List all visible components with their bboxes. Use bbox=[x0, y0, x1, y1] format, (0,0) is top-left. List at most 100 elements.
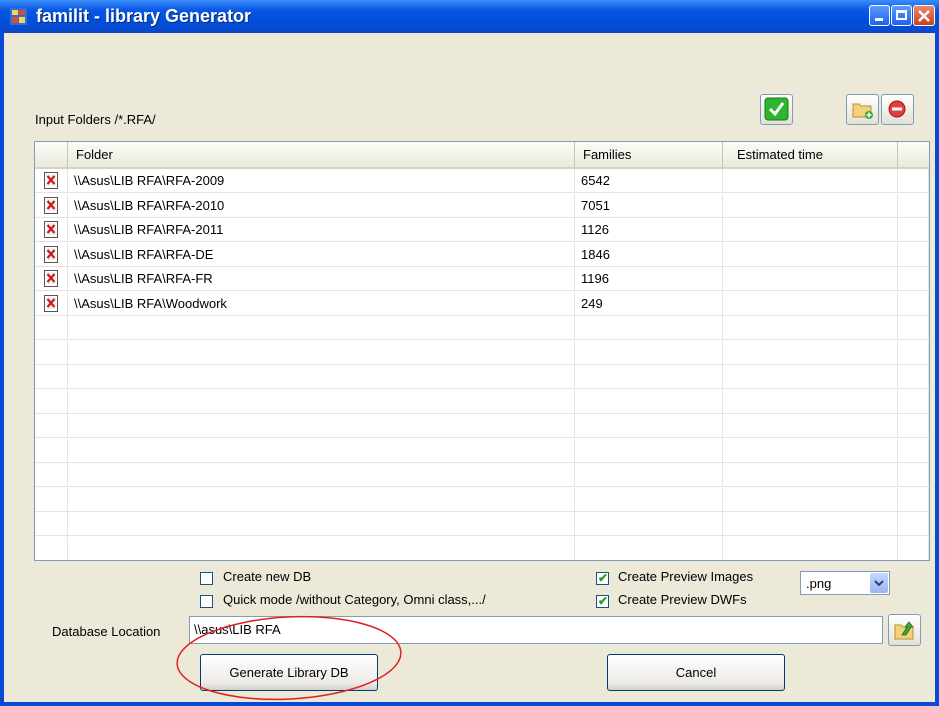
maximize-icon[interactable] bbox=[891, 5, 912, 26]
folder-cell bbox=[68, 414, 575, 438]
family-file-icon bbox=[44, 196, 58, 214]
browse-button[interactable] bbox=[888, 614, 921, 646]
table-row[interactable]: \\Asus\LIB RFA\RFA-FR 1196 bbox=[35, 267, 929, 291]
window-title: familit - library Generator bbox=[36, 6, 252, 26]
row-spacer-cell bbox=[35, 512, 68, 536]
table-row[interactable] bbox=[35, 365, 929, 389]
quick-mode-checkbox[interactable] bbox=[200, 595, 213, 608]
families-cell: 7051 bbox=[575, 193, 723, 218]
row-spacer-cell bbox=[35, 340, 68, 365]
family-file-icon bbox=[44, 221, 58, 238]
row-spacer-cell bbox=[898, 487, 929, 512]
table-row[interactable] bbox=[35, 340, 929, 365]
confirm-button[interactable] bbox=[760, 94, 793, 125]
table-row[interactable] bbox=[35, 438, 929, 463]
title-bar[interactable]: familit - library Generator bbox=[0, 0, 939, 33]
folder-cell bbox=[68, 365, 575, 389]
estimated-time-cell bbox=[723, 389, 898, 414]
table-row[interactable] bbox=[35, 512, 929, 536]
remove-folder-button[interactable] bbox=[881, 94, 914, 125]
add-folder-button[interactable] bbox=[846, 94, 879, 125]
create-new-db-checkbox[interactable] bbox=[200, 572, 213, 585]
row-spacer-cell bbox=[898, 340, 929, 365]
families-cell bbox=[575, 389, 723, 414]
estimated-time-cell bbox=[723, 463, 898, 487]
folder-cell: \\Asus\LIB RFA\RFA-2011 bbox=[68, 218, 575, 242]
app-window: familit - library Generator Input Folder… bbox=[0, 0, 939, 706]
families-cell bbox=[575, 340, 723, 365]
folder-cell bbox=[68, 340, 575, 365]
table-row[interactable]: \\Asus\LIB RFA\RFA-2010 7051 bbox=[35, 193, 929, 218]
family-file-icon bbox=[44, 294, 58, 312]
image-format-select[interactable]: .png bbox=[800, 571, 890, 595]
database-location-label: Database Location bbox=[52, 624, 161, 639]
families-cell bbox=[575, 414, 723, 438]
estimated-time-cell bbox=[723, 536, 898, 560]
family-file-icon bbox=[44, 245, 58, 263]
table-row[interactable] bbox=[35, 536, 929, 560]
row-spacer-cell bbox=[898, 389, 929, 414]
create-preview-images-label: Create Preview Images bbox=[618, 569, 754, 584]
header-rowhead bbox=[35, 142, 68, 167]
create-preview-images-checkbox[interactable]: ✔ bbox=[596, 571, 609, 585]
folder-cell: \\Asus\LIB RFA\RFA-DE bbox=[68, 242, 575, 267]
create-preview-dwfs-checkbox[interactable]: ✔ bbox=[596, 594, 609, 608]
row-spacer-cell bbox=[898, 218, 929, 242]
folder-cell bbox=[68, 438, 575, 463]
create-new-db-label: Create new DB bbox=[223, 569, 312, 584]
families-cell bbox=[575, 438, 723, 463]
table-row[interactable] bbox=[35, 463, 929, 487]
column-header-folder[interactable]: Folder bbox=[68, 142, 575, 167]
table-row[interactable]: \\Asus\LIB RFA\RFA-DE 1846 bbox=[35, 242, 929, 267]
input-folders-label: Input Folders /*.RFA/ bbox=[35, 112, 156, 127]
row-spacer-cell bbox=[898, 414, 929, 438]
check-icon: ✔ bbox=[598, 594, 609, 608]
folder-cell: \\Asus\LIB RFA\Woodwork bbox=[68, 291, 575, 316]
estimated-time-cell bbox=[723, 193, 898, 218]
row-spacer-cell bbox=[898, 291, 929, 316]
folder-cell: \\Asus\LIB RFA\RFA-2010 bbox=[68, 193, 575, 218]
cancel-button[interactable]: Cancel bbox=[607, 654, 785, 691]
families-cell: 1846 bbox=[575, 242, 723, 267]
families-cell: 1196 bbox=[575, 267, 723, 291]
remove-icon bbox=[888, 100, 906, 118]
table-row[interactable]: \\Asus\LIB RFA\RFA-2011 1126 bbox=[35, 218, 929, 242]
create-preview-dwfs-label: Create Preview DWFs bbox=[618, 592, 747, 607]
folder-cell bbox=[68, 512, 575, 536]
column-header-families[interactable]: Families bbox=[575, 142, 723, 167]
minimize-icon[interactable] bbox=[869, 5, 890, 26]
table-row[interactable]: \\Asus\LIB RFA\Woodwork 249 bbox=[35, 291, 929, 316]
folder-cell: \\Asus\LIB RFA\RFA-2009 bbox=[68, 169, 575, 193]
row-spacer-cell bbox=[35, 487, 68, 512]
table-row[interactable] bbox=[35, 316, 929, 340]
browse-folder-icon bbox=[894, 621, 914, 640]
families-cell bbox=[575, 316, 723, 340]
row-spacer-cell bbox=[35, 389, 68, 414]
estimated-time-cell bbox=[723, 291, 898, 316]
add-folder-icon bbox=[852, 103, 873, 119]
close-icon[interactable] bbox=[913, 5, 935, 26]
estimated-time-cell bbox=[723, 340, 898, 365]
row-spacer-cell bbox=[898, 365, 929, 389]
column-header-estimated-time[interactable]: Estimated time bbox=[723, 142, 898, 167]
families-cell bbox=[575, 512, 723, 536]
row-spacer-cell bbox=[35, 438, 68, 463]
row-spacer-cell bbox=[35, 536, 68, 560]
table-row[interactable]: \\Asus\LIB RFA\RFA-2009 6542 bbox=[35, 169, 929, 193]
row-spacer-cell bbox=[898, 169, 929, 193]
table-row[interactable] bbox=[35, 487, 929, 512]
folder-cell bbox=[68, 536, 575, 560]
families-cell: 6542 bbox=[575, 169, 723, 193]
families-cell bbox=[575, 463, 723, 487]
row-spacer-cell bbox=[898, 512, 929, 536]
folders-grid[interactable]: Folder Families Estimated time \\Asus\LI… bbox=[34, 141, 930, 561]
families-cell: 249 bbox=[575, 291, 723, 316]
families-cell bbox=[575, 365, 723, 389]
table-row[interactable] bbox=[35, 414, 929, 438]
estimated-time-cell bbox=[723, 169, 898, 193]
row-spacer-cell bbox=[35, 365, 68, 389]
family-file-icon bbox=[44, 270, 58, 287]
estimated-time-cell bbox=[723, 365, 898, 389]
table-row[interactable] bbox=[35, 389, 929, 414]
chevron-down-icon[interactable] bbox=[870, 573, 888, 593]
